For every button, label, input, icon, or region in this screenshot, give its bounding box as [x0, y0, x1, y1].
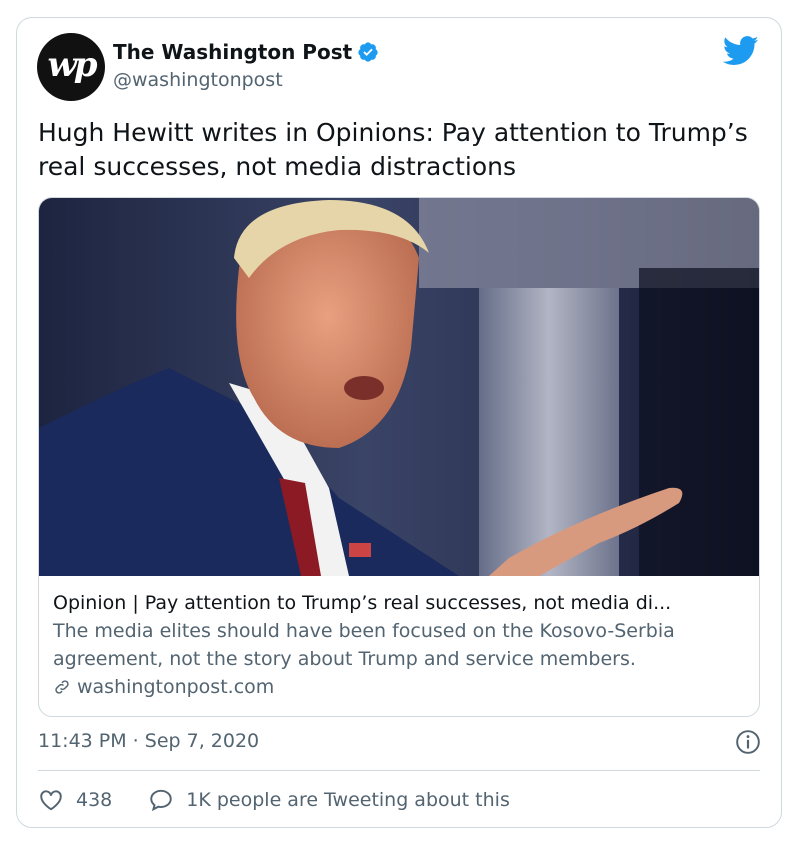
twitter-bird-icon[interactable] — [723, 36, 759, 66]
link-domain[interactable]: washingtonpost.com — [77, 673, 274, 701]
link-preview-card[interactable]: Opinion | Pay attention to Trump’s real … — [38, 197, 760, 717]
link-preview-image[interactable] — [39, 198, 760, 576]
like-button[interactable]: 438 — [38, 787, 112, 813]
link-domain-row[interactable]: washingtonpost.com — [53, 673, 753, 701]
link-title[interactable]: Opinion | Pay attention to Trump’s real … — [53, 589, 753, 617]
author-name[interactable]: The Washington Post — [113, 40, 352, 64]
link-preview-meta[interactable]: Opinion | Pay attention to Trump’s real … — [53, 589, 753, 701]
conversation-text: 1K people are Tweeting about this — [186, 789, 510, 811]
like-count: 438 — [76, 789, 113, 811]
divider — [38, 770, 760, 771]
tweet-timestamp[interactable]: 11:43 PM · Sep 7, 2020 — [38, 730, 259, 752]
author-handle[interactable]: @washingtonpost — [113, 69, 283, 91]
tweet-card[interactable]: wp The Washington Post @washingtonpost H… — [16, 17, 782, 828]
tweet-text: Hugh Hewitt writes in Opinions: Pay atte… — [38, 118, 748, 181]
avatar-logo-text: wp — [47, 45, 97, 85]
reply-bubble-icon — [150, 789, 172, 812]
author-name-row[interactable]: The Washington Post — [113, 40, 379, 64]
conversation-link[interactable]: 1K people are Tweeting about this — [148, 787, 510, 813]
info-icon[interactable] — [735, 729, 761, 755]
heart-icon — [40, 790, 62, 811]
action-bar: 438 1K people are Tweeting about this — [38, 786, 510, 814]
link-icon — [55, 680, 69, 694]
avatar[interactable]: wp — [37, 33, 105, 101]
link-description: The media elites should have been focuse… — [53, 620, 675, 670]
verified-badge-icon — [358, 42, 378, 62]
